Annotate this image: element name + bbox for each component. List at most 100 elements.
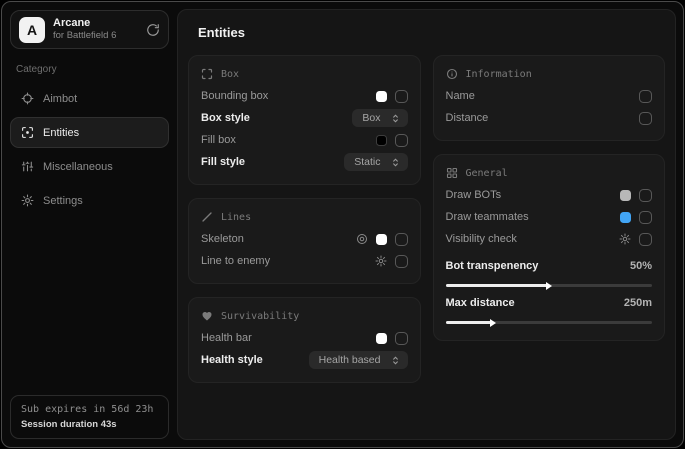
checkbox[interactable] xyxy=(395,233,408,246)
slider-thumb[interactable] xyxy=(490,319,496,327)
health-style-dropdown[interactable]: Health based xyxy=(309,351,408,369)
sliders-icon xyxy=(21,160,34,173)
max-distance-group: Max distance 250m xyxy=(446,292,653,324)
general-card: General Draw BOTs Draw teammates xyxy=(433,154,666,341)
dropdown-row: Fill style Static xyxy=(201,151,408,173)
information-card: Information Name Distance xyxy=(433,55,666,141)
slider-label-row: Max distance 250m xyxy=(446,292,653,314)
lines-card-header: Lines xyxy=(201,211,408,223)
information-card-header: Information xyxy=(446,68,653,80)
slider-label-row: Bot transpenency 50% xyxy=(446,255,653,277)
columns: Box Bounding box Box style Box xyxy=(188,55,665,383)
checkbox[interactable] xyxy=(395,90,408,103)
checkbox[interactable] xyxy=(639,211,652,224)
max-distance-slider[interactable] xyxy=(446,321,653,324)
main-panel: Entities Box Bounding box xyxy=(177,9,676,440)
color-swatch[interactable] xyxy=(620,190,631,201)
category-label: Category xyxy=(16,64,163,75)
sync-icon[interactable] xyxy=(146,23,160,37)
left-column: Box Bounding box Box style Box xyxy=(188,55,421,383)
row-label: Box style xyxy=(201,112,352,124)
color-swatch[interactable] xyxy=(376,91,387,102)
row-label: Max distance xyxy=(446,297,624,309)
checkbox[interactable] xyxy=(639,233,652,246)
checkbox[interactable] xyxy=(639,189,652,202)
sidebar-item-label: Miscellaneous xyxy=(43,161,113,173)
visibility-icon[interactable] xyxy=(356,233,368,245)
row-label: Draw BOTs xyxy=(446,189,621,201)
slider-value: 50% xyxy=(630,260,652,272)
dropdown-value: Box xyxy=(362,112,380,124)
row-label: Name xyxy=(446,90,640,102)
fill-style-dropdown[interactable]: Static xyxy=(344,153,407,171)
box-style-dropdown[interactable]: Box xyxy=(352,109,407,127)
sidebar-item-entities[interactable]: Entities xyxy=(10,117,169,148)
row-label: Fill style xyxy=(201,156,344,168)
row-label: Bounding box xyxy=(201,90,376,102)
row-label: Health style xyxy=(201,354,309,366)
toggle-row: Fill box xyxy=(201,129,408,151)
slider-value: 250m xyxy=(624,297,652,309)
app-header-card: A Arcane for Battlefield 6 xyxy=(10,10,169,49)
color-swatch[interactable] xyxy=(376,333,387,344)
toggle-row: Skeleton xyxy=(201,228,408,250)
session-duration-text: Session duration 43s xyxy=(21,419,158,430)
sidebar-item-label: Entities xyxy=(43,127,79,139)
dropdown-row: Health style Health based xyxy=(201,349,408,371)
page-title: Entities xyxy=(198,25,665,40)
color-swatch[interactable] xyxy=(376,234,387,245)
row-label: Line to enemy xyxy=(201,255,375,267)
sidebar-item-label: Settings xyxy=(43,195,83,207)
row-label: Bot transpenency xyxy=(446,260,630,272)
chevrons-updown-icon xyxy=(390,355,401,366)
sidebar-item-aimbot[interactable]: Aimbot xyxy=(10,83,169,114)
toggle-row: Draw teammates xyxy=(446,206,653,228)
heart-icon xyxy=(201,310,213,322)
color-swatch[interactable] xyxy=(376,135,387,146)
lines-card: Lines Skeleton Line to enem xyxy=(188,198,421,284)
info-icon xyxy=(446,68,458,80)
sidebar-item-miscellaneous[interactable]: Miscellaneous xyxy=(10,151,169,182)
box-card-header: Box xyxy=(201,68,408,80)
box-card: Box Bounding box Box style Box xyxy=(188,55,421,185)
subscription-card: Sub expires in 56d 23h Session duration … xyxy=(10,395,169,439)
row-label: Distance xyxy=(446,112,640,124)
scan-eye-icon xyxy=(21,126,34,139)
checkbox[interactable] xyxy=(395,255,408,268)
row-label: Visibility check xyxy=(446,233,620,245)
sidebar: A Arcane for Battlefield 6 Category Aimb… xyxy=(2,2,177,447)
sidebar-item-label: Aimbot xyxy=(43,93,77,105)
gear-icon[interactable] xyxy=(375,255,387,267)
checkbox[interactable] xyxy=(639,90,652,103)
app-avatar: A xyxy=(19,17,45,43)
color-swatch[interactable] xyxy=(620,212,631,223)
card-title: Survivability xyxy=(221,311,299,322)
row-label: Health bar xyxy=(201,332,376,344)
card-title: Box xyxy=(221,69,239,80)
sidebar-item-settings[interactable]: Settings xyxy=(10,185,169,216)
grid-icon xyxy=(446,167,458,179)
chevrons-updown-icon xyxy=(390,113,401,124)
dropdown-value: Static xyxy=(354,156,380,168)
toggle-row: Bounding box xyxy=(201,85,408,107)
slider-fill xyxy=(446,321,493,324)
app-meta: Arcane for Battlefield 6 xyxy=(53,17,138,43)
toggle-row: Draw BOTs xyxy=(446,184,653,206)
slider-fill xyxy=(446,284,549,287)
app-name: Arcane xyxy=(53,17,138,31)
app-subtitle: for Battlefield 6 xyxy=(53,30,138,42)
checkbox[interactable] xyxy=(639,112,652,125)
toggle-row: Visibility check xyxy=(446,228,653,250)
card-title: Information xyxy=(466,69,532,80)
checkbox[interactable] xyxy=(395,134,408,147)
checkbox[interactable] xyxy=(395,332,408,345)
box-corners-icon xyxy=(201,68,213,80)
slider-thumb[interactable] xyxy=(546,282,552,290)
sub-expiry-text: Sub expires in 56d 23h xyxy=(21,404,158,415)
chevrons-updown-icon xyxy=(390,157,401,168)
bot-transparency-group: Bot transpenency 50% xyxy=(446,255,653,287)
card-title: Lines xyxy=(221,212,251,223)
gear-icon[interactable] xyxy=(619,233,631,245)
toggle-row: Distance xyxy=(446,107,653,129)
bot-transparency-slider[interactable] xyxy=(446,284,653,287)
